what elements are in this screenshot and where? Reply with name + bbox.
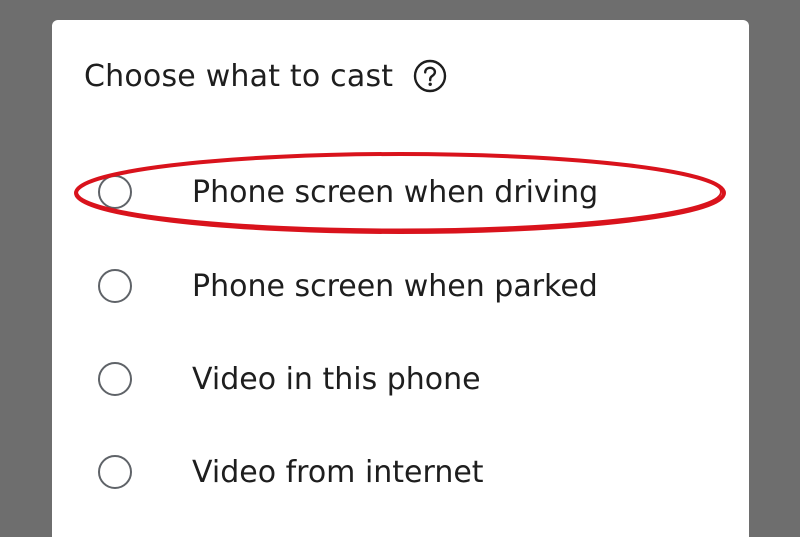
dialog-title: Choose what to cast <box>84 58 394 94</box>
dialog-header: Choose what to cast <box>84 56 447 96</box>
option-label: Video in this phone <box>192 361 481 397</box>
option-video-in-phone[interactable]: Video in this phone <box>98 349 718 409</box>
option-phone-screen-parked[interactable]: Phone screen when parked <box>98 256 718 316</box>
cast-options-dialog: Choose what to cast Phone screen when dr… <box>52 20 749 537</box>
option-video-from-internet[interactable]: Video from internet <box>98 442 718 502</box>
option-label: Phone screen when driving <box>192 174 599 210</box>
radio-button[interactable] <box>98 175 132 209</box>
radio-button[interactable] <box>98 362 132 396</box>
option-label: Video from internet <box>192 454 484 490</box>
radio-button[interactable] <box>98 269 132 303</box>
option-phone-screen-driving[interactable]: Phone screen when driving <box>98 162 718 222</box>
radio-button[interactable] <box>98 455 132 489</box>
help-circle-icon[interactable] <box>413 59 447 93</box>
option-label: Phone screen when parked <box>192 268 598 304</box>
